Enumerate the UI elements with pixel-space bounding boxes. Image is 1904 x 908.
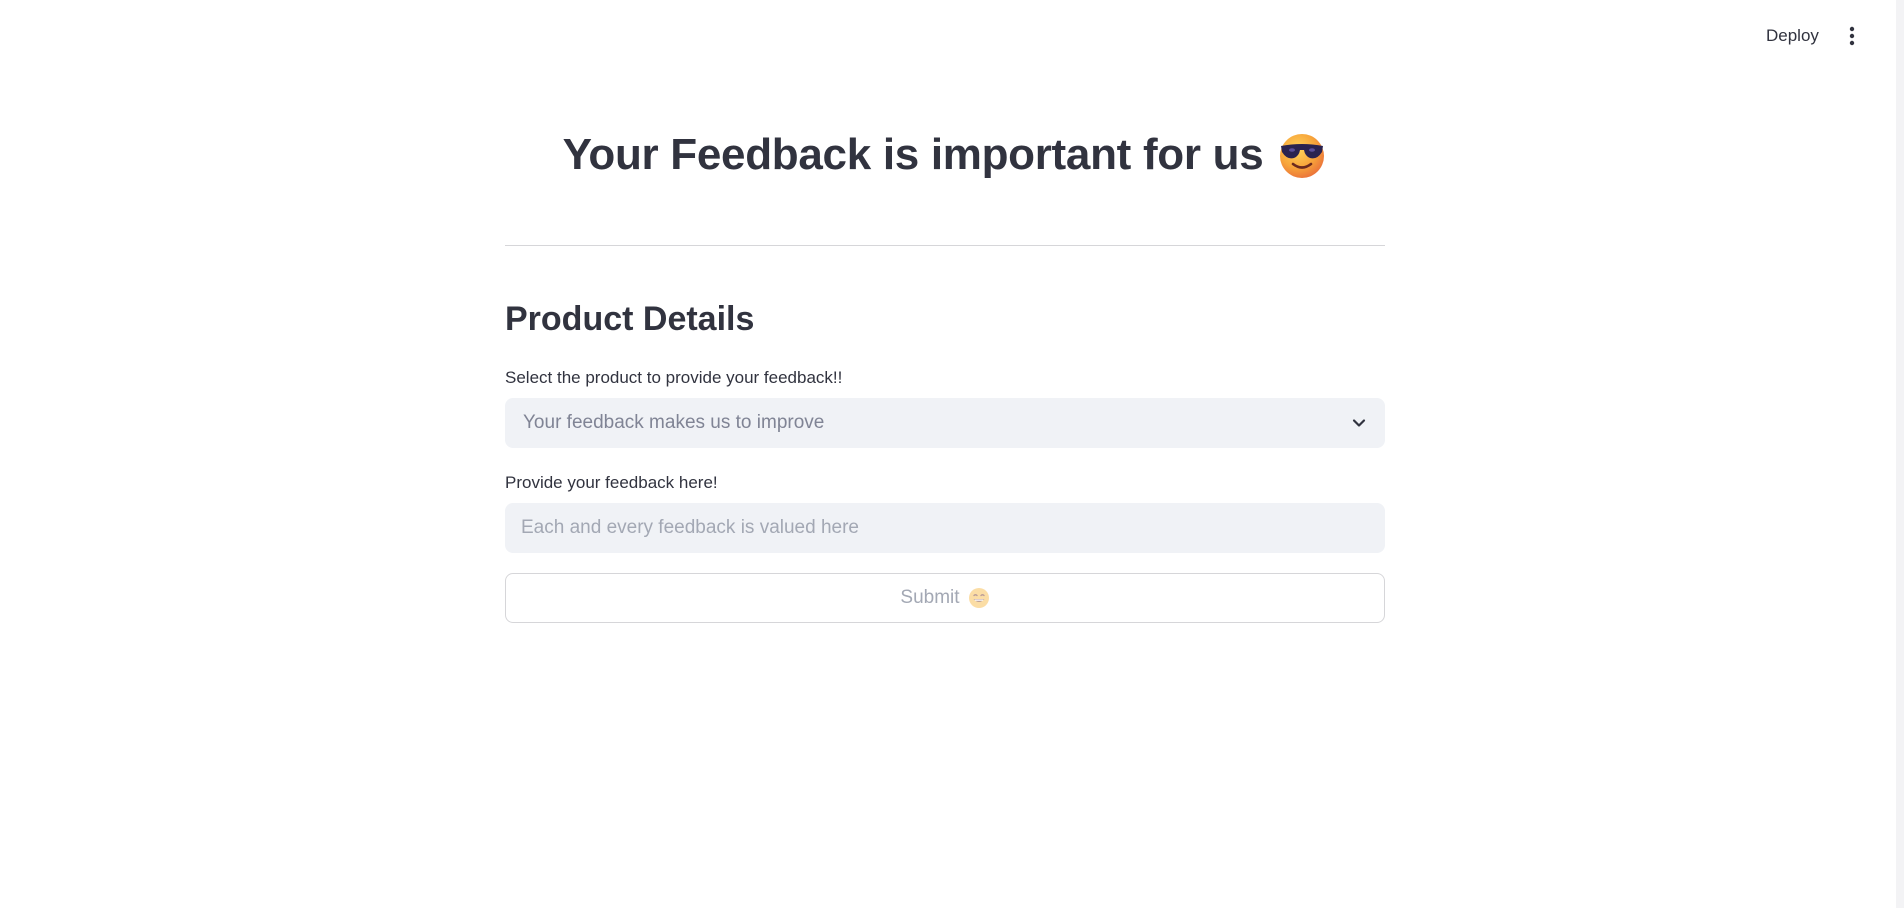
submit-button-label: Submit [900,587,960,608]
section-heading: Product Details [505,300,755,338]
grinning-face-icon [968,588,989,608]
page-title: Your Feedback is important for us [505,130,1385,180]
chevron-down-icon [1352,419,1366,427]
product-select[interactable]: Your feedback makes us to improve [505,398,1385,448]
app-page: Deploy Your Feedback is important for us [0,0,1904,908]
smiling-face-with-sunglasses-icon [1280,134,1325,178]
more-vertical-icon [1849,26,1855,46]
feedback-input-label: Provide your feedback here! [505,473,718,492]
feedback-input[interactable] [505,503,1385,553]
page-title-text: Your Feedback is important for us [562,130,1264,179]
submit-button[interactable]: Submit [505,573,1385,623]
product-select-label: Select the product to provide your feedb… [505,368,843,387]
deploy-button[interactable]: Deploy [1754,20,1831,52]
title-divider [505,245,1385,246]
product-select-placeholder: Your feedback makes us to improve [523,412,825,433]
main-menu-button[interactable] [1836,20,1868,52]
top-toolbar: Deploy [0,0,1904,72]
scrollbar[interactable] [1896,0,1904,908]
